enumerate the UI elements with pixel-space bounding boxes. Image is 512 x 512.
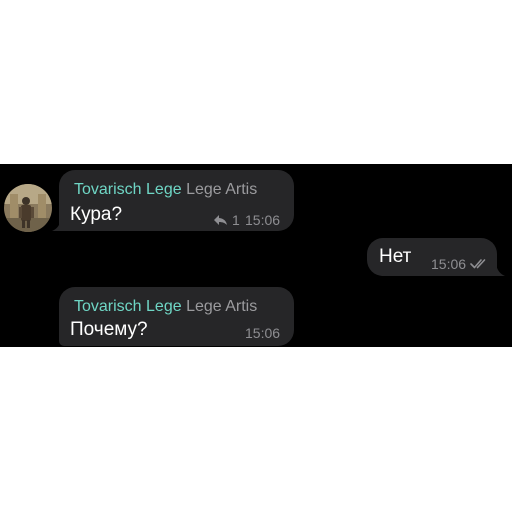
message-text: Почему? [70, 319, 148, 340]
sender-name[interactable]: Tovarisch Lege [74, 181, 182, 198]
message-time: 15:06 [431, 256, 467, 272]
outgoing-message-bubble[interactable]: Нет 15:06 [367, 238, 497, 276]
replies-indicator[interactable]: 1 [213, 212, 240, 228]
sender-name[interactable]: Tovarisch Lege [74, 298, 182, 315]
chat-area: Tovarisch Lege Lege Artis Кура? 1 15:06 … [0, 164, 512, 347]
sender-title: Lege Artis [186, 181, 258, 198]
sender-line: Tovarisch Lege Lege Artis [74, 298, 257, 316]
message-text: Кура? [70, 204, 123, 225]
double-check-icon [470, 259, 486, 269]
incoming-message-bubble[interactable]: Tovarisch Lege Lege Artis Кура? 1 15:06 [59, 170, 294, 231]
incoming-message-bubble[interactable]: Tovarisch Lege Lege Artis Почему? 15:06 [59, 287, 294, 346]
message-time: 15:06 [245, 325, 281, 341]
sender-avatar[interactable] [4, 184, 52, 232]
bubble-tail [52, 219, 66, 231]
message-time: 15:06 [245, 212, 281, 228]
sender-line: Tovarisch Lege Lege Artis [74, 181, 257, 199]
reply-arrow-icon [214, 215, 227, 225]
sender-title: Lege Artis [186, 298, 258, 315]
reply-count: 1 [232, 212, 240, 228]
message-text: Нет [379, 246, 412, 267]
avatar-image [4, 184, 52, 232]
bubble-tail [491, 264, 505, 276]
